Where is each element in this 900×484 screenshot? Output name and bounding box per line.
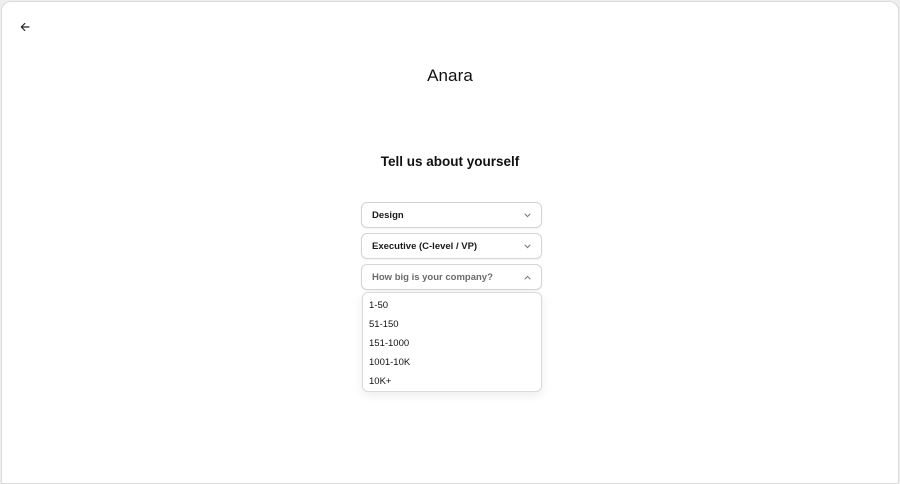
chevron-up-icon xyxy=(524,275,531,280)
level-select[interactable]: Executive (C-level / VP) xyxy=(361,233,542,259)
dropdown-option[interactable]: 151-1000 xyxy=(363,334,541,353)
company-size-select[interactable]: How big is your company? xyxy=(361,264,542,290)
role-select-value: Design xyxy=(372,209,404,221)
back-button[interactable] xyxy=(15,17,35,37)
chevron-down-icon xyxy=(524,213,531,218)
company-size-placeholder: How big is your company? xyxy=(372,271,493,283)
level-select-value: Executive (C-level / VP) xyxy=(372,240,478,252)
dropdown-option[interactable]: 1001-10K xyxy=(363,353,541,372)
role-select[interactable]: Design xyxy=(361,202,542,228)
company-size-dropdown: 1-50 51-150 151-1000 1001-10K 10K+ xyxy=(362,292,542,392)
dropdown-option[interactable]: 1-50 xyxy=(363,296,541,315)
page-title: Tell us about yourself xyxy=(380,154,520,169)
chevron-down-icon xyxy=(524,244,531,249)
brand-logo: Anara xyxy=(427,66,473,85)
app-window: Anara Tell us about yourself Design Exec… xyxy=(1,1,899,484)
dropdown-option[interactable]: 10K+ xyxy=(363,372,541,391)
arrow-left-icon xyxy=(20,22,30,32)
dropdown-option[interactable]: 51-150 xyxy=(363,315,541,334)
